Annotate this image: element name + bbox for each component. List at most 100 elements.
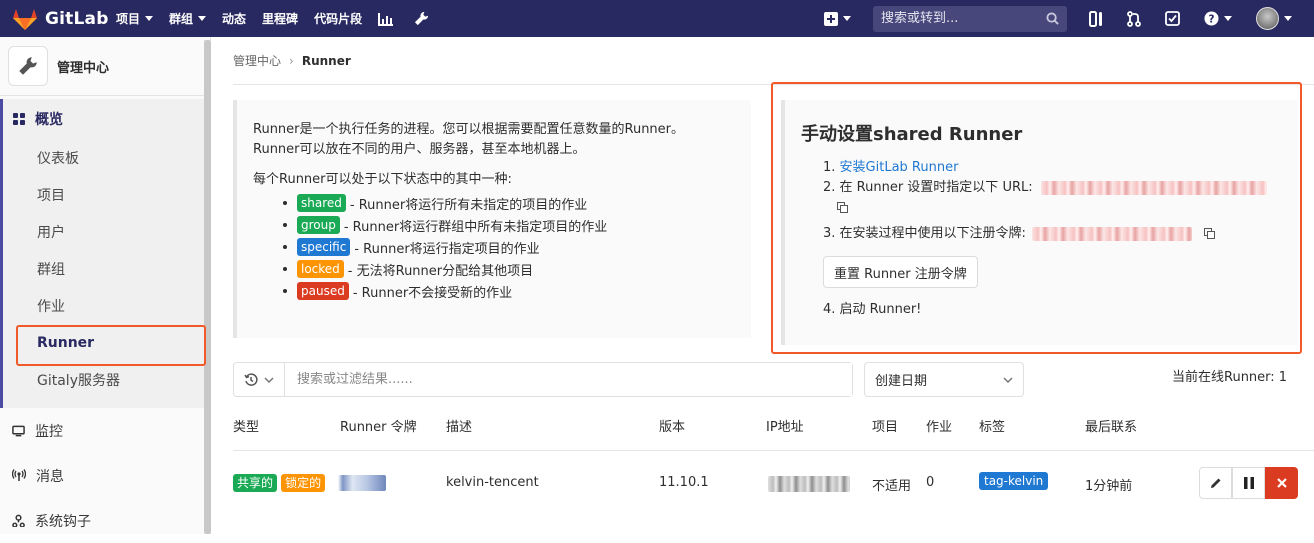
intro-text-2: Runner可以放在不同的用户、服务器，甚至本地机器上。 xyxy=(253,142,586,157)
sidebar-scrollbar[interactable] xyxy=(204,40,211,534)
merge-request-icon[interactable] xyxy=(1127,10,1141,27)
runner-projects: 不适用 xyxy=(872,479,912,494)
chevron-down-icon xyxy=(264,376,274,383)
breadcrumb-separator-icon: › xyxy=(289,53,294,68)
monitor-icon xyxy=(12,425,25,436)
user-menu[interactable] xyxy=(1256,7,1292,30)
badge-locked: 锁定的 xyxy=(281,474,326,492)
sort-label: 创建日期 xyxy=(875,374,928,389)
avatar xyxy=(1256,7,1279,30)
filter-bar xyxy=(233,362,853,397)
runner-description: kelvin-tencent xyxy=(446,475,539,490)
online-runners-count: 当前在线Runner: 1 xyxy=(1172,370,1288,385)
row-actions xyxy=(1199,467,1298,499)
close-icon xyxy=(1276,478,1287,488)
header-jobs: 作业 xyxy=(926,420,953,435)
nav-groups[interactable]: 群组 xyxy=(169,10,207,27)
admin-wrench-icon xyxy=(8,46,48,86)
table-divider xyxy=(233,450,1314,451)
runner-last-contact: 1分钟前 xyxy=(1085,479,1133,494)
states-list: shared - Runner将运行所有未指定的项目的作业 group - Ru… xyxy=(283,192,751,302)
state-specific: specific - Runner将运行指定项目的作业 xyxy=(283,236,751,258)
recent-searches-dropdown[interactable] xyxy=(234,363,285,396)
chart-icon[interactable] xyxy=(378,12,394,26)
chevron-down-icon xyxy=(1003,376,1013,383)
breadcrumb-parent[interactable]: 管理中心 xyxy=(233,52,281,69)
sort-dropdown[interactable]: 创建日期 xyxy=(864,362,1024,397)
svg-text:?: ? xyxy=(1209,13,1215,25)
pause-button[interactable] xyxy=(1232,467,1265,499)
sidebar-item-gitaly[interactable]: Gitaly服务器 xyxy=(3,361,210,398)
history-icon xyxy=(244,372,258,386)
sidebar-item-dashboard[interactable]: 仪表板 xyxy=(3,139,210,176)
breadcrumb: 管理中心 › Runner xyxy=(233,52,351,69)
search-icon xyxy=(1046,12,1059,25)
top-navbar: GitLab 项目 群组 动态 里程碑 代码片段 ? xyxy=(0,0,1314,37)
pencil-icon xyxy=(1210,478,1220,488)
todo-icon[interactable] xyxy=(1165,11,1180,26)
runner-token-redacted[interactable] xyxy=(338,475,386,491)
header-tags: 标签 xyxy=(979,420,1006,435)
state-paused: paused - Runner不会接受新的作业 xyxy=(283,280,751,302)
header-token: Runner 令牌 xyxy=(340,420,417,435)
plus-square-icon xyxy=(824,11,838,26)
sidebar-item-overview[interactable]: 概览 xyxy=(3,99,210,139)
nav-projects[interactable]: 项目 xyxy=(116,10,154,27)
header-ip: IP地址 xyxy=(766,420,804,435)
sidebar-item-monitoring[interactable]: 监控 xyxy=(0,408,210,453)
states-intro: 每个Runner可以处于以下状态中的其中一种: xyxy=(253,172,512,187)
tag-locked: locked xyxy=(297,260,344,278)
header-projects: 项目 xyxy=(872,420,899,435)
sidebar-item-projects[interactable]: 项目 xyxy=(3,176,210,213)
tanuki-icon xyxy=(13,8,37,30)
wrench-icon[interactable] xyxy=(414,11,429,26)
panel-icon[interactable] xyxy=(1089,10,1103,27)
pause-icon xyxy=(1243,477,1254,489)
breadcrumb-current[interactable]: Runner xyxy=(302,54,351,68)
state-group: group - Runner将运行群组中所有未指定项目的作业 xyxy=(283,214,751,236)
runner-version: 11.10.1 xyxy=(659,475,709,490)
edit-button[interactable] xyxy=(1199,467,1232,499)
ip-address-redacted xyxy=(768,476,850,492)
setup-highlight-box xyxy=(771,82,1302,354)
runner-jobs: 0 xyxy=(926,475,935,490)
header-type: 类型 xyxy=(233,420,260,435)
header-description: 描述 xyxy=(446,420,473,435)
filter-input[interactable] xyxy=(285,363,852,396)
tag-paused: paused xyxy=(297,282,349,300)
state-locked: locked - 无法将Runner分配给其他项目 xyxy=(283,258,751,280)
badge-shared: 共享的 xyxy=(233,474,278,492)
header-version: 版本 xyxy=(659,420,686,435)
sidebar-item-groups[interactable]: 群组 xyxy=(3,250,210,287)
sidebar-item-jobs[interactable]: 作业 xyxy=(3,287,210,324)
nav-activity[interactable]: 动态 xyxy=(222,10,246,27)
help-icon: ? xyxy=(1204,11,1219,26)
sidebar-item-system-hooks[interactable]: 系统钩子 xyxy=(0,498,210,543)
header-last-contact: 最后联系 xyxy=(1085,420,1138,435)
remove-button[interactable] xyxy=(1265,467,1298,499)
runner-tag: tag-kelvin xyxy=(979,472,1049,490)
sidebar: 管理中心 概览 仪表板 项目 用户 群组 作业 Runner Gitaly服务器… xyxy=(0,37,211,534)
tag-group: group xyxy=(297,216,340,234)
nav-snippets[interactable]: 代码片段 xyxy=(314,10,362,27)
runner-highlight-box xyxy=(16,325,206,366)
runner-info-panel: Runner是一个执行任务的进程。您可以根据需要配置任意数量的Runner。 R… xyxy=(233,100,751,338)
tag-shared: shared xyxy=(297,194,346,212)
sidebar-header[interactable]: 管理中心 xyxy=(0,37,210,96)
new-dropdown[interactable] xyxy=(824,11,851,26)
help-dropdown[interactable]: ? xyxy=(1204,11,1232,26)
tag-specific: specific xyxy=(297,238,351,256)
brand-name: GitLab xyxy=(45,8,109,29)
hook-icon xyxy=(12,514,25,527)
search-box[interactable] xyxy=(873,5,1067,32)
sidebar-item-users[interactable]: 用户 xyxy=(3,213,210,250)
state-shared: shared - Runner将运行所有未指定的项目的作业 xyxy=(283,192,751,214)
type-badges: 共享的 锁定的 xyxy=(233,474,326,492)
sidebar-item-messages[interactable]: 消息 xyxy=(0,453,210,498)
broadcast-icon xyxy=(12,469,26,481)
grid-icon xyxy=(13,113,25,125)
nav-milestones[interactable]: 里程碑 xyxy=(262,10,298,27)
gitlab-logo[interactable]: GitLab xyxy=(12,7,116,31)
intro-text-1: Runner是一个执行任务的进程。您可以根据需要配置任意数量的Runner。 xyxy=(253,122,685,137)
search-input[interactable] xyxy=(881,11,1031,26)
